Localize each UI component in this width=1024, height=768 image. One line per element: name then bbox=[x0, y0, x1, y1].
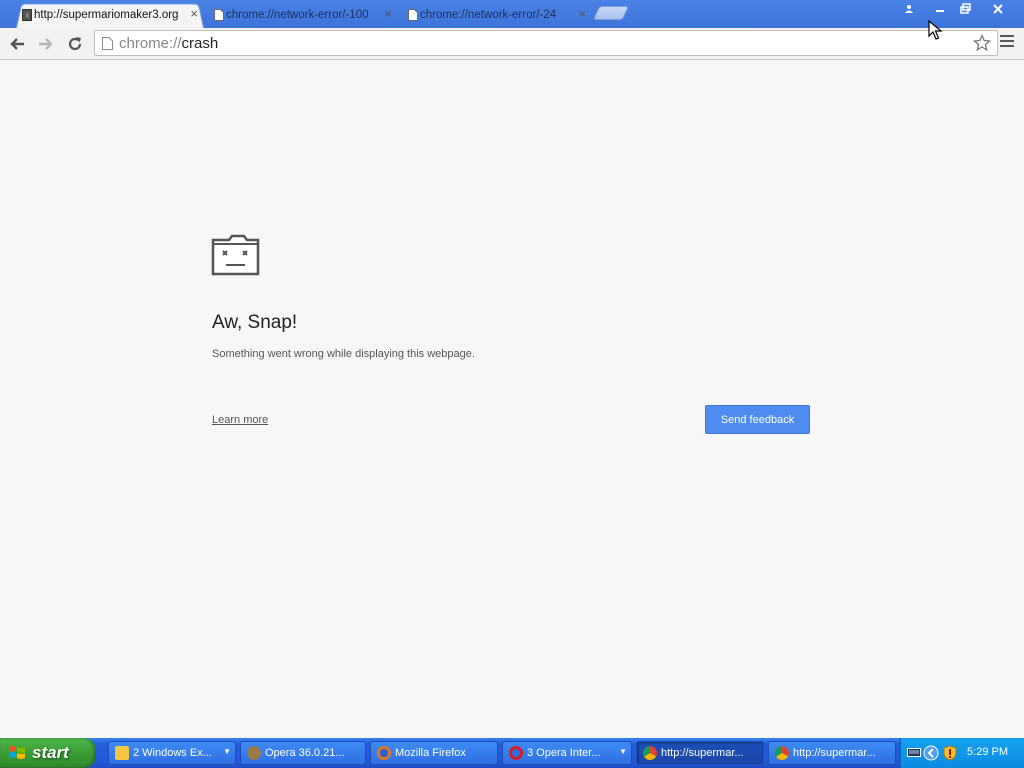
task-windows-explorer[interactable]: 2 Windows Ex... ▼ bbox=[108, 741, 236, 765]
reload-button[interactable] bbox=[64, 33, 86, 55]
windows-logo-icon bbox=[9, 746, 25, 759]
task-label: Opera 36.0.21... bbox=[265, 747, 345, 759]
url-scheme: chrome:// bbox=[119, 35, 182, 52]
system-tray: 5:29 PM bbox=[900, 738, 1024, 768]
keyboard-icon[interactable] bbox=[907, 746, 921, 758]
firefox-icon bbox=[377, 746, 391, 760]
forward-button[interactable] bbox=[35, 33, 57, 55]
sad-page-icon: :( bbox=[22, 9, 32, 21]
tab-supermariomaker[interactable]: :( http://supermariomaker3.org × bbox=[16, 2, 204, 28]
task-label: http://supermar... bbox=[793, 747, 876, 759]
back-button[interactable] bbox=[6, 33, 28, 55]
tab-close-icon[interactable]: × bbox=[190, 7, 198, 21]
opera-icon bbox=[509, 746, 523, 760]
toolbar: chrome://crash bbox=[0, 28, 1024, 60]
bookmark-star-icon[interactable] bbox=[973, 34, 991, 52]
url-path: crash bbox=[181, 35, 219, 52]
new-tab-button[interactable] bbox=[592, 6, 630, 20]
chevron-down-icon: ▼ bbox=[619, 747, 627, 756]
task-label: http://supermar... bbox=[661, 747, 744, 759]
error-message: Something went wrong while displaying th… bbox=[212, 348, 475, 360]
tab-network-error-24[interactable]: chrome://network-error/-24 × bbox=[402, 2, 592, 28]
tab-title: chrome://network-error/-100 bbox=[226, 9, 369, 21]
tab-network-error-100[interactable]: chrome://network-error/-100 × bbox=[208, 2, 398, 28]
task-label: 2 Windows Ex... bbox=[133, 747, 212, 759]
page-icon bbox=[408, 9, 418, 21]
task-label: 3 Opera Inter... bbox=[527, 747, 601, 759]
tab-title: http://supermariomaker3.org bbox=[34, 9, 179, 21]
page-icon bbox=[102, 37, 113, 50]
svg-text::(: :( bbox=[25, 13, 29, 19]
collapse-tray-icon[interactable] bbox=[923, 745, 939, 761]
task-mozilla-firefox[interactable]: Mozilla Firefox bbox=[370, 741, 498, 765]
reload-icon bbox=[68, 37, 82, 51]
task-chrome-supermario-2[interactable]: http://supermar... bbox=[768, 741, 896, 765]
task-chrome-supermario-1[interactable]: http://supermar... bbox=[636, 741, 764, 765]
chrome-menu-icon[interactable] bbox=[1000, 35, 1014, 49]
url-text[interactable]: chrome://crash bbox=[119, 35, 218, 52]
send-feedback-button[interactable]: Send feedback bbox=[705, 405, 810, 434]
taskbar: start 2 Windows Ex... ▼ Opera 36.0.21...… bbox=[0, 738, 1024, 768]
task-label: Mozilla Firefox bbox=[395, 747, 466, 759]
tab-close-icon[interactable]: × bbox=[384, 7, 392, 21]
restore-icon[interactable] bbox=[953, 0, 977, 17]
title-bar: :( http://supermariomaker3.org × chrome:… bbox=[0, 0, 1024, 28]
minimize-icon[interactable] bbox=[928, 0, 952, 17]
app-icon bbox=[247, 746, 261, 760]
error-title: Aw, Snap! bbox=[212, 312, 298, 333]
clock: 5:29 PM bbox=[967, 746, 1008, 758]
start-button[interactable]: start bbox=[0, 738, 96, 768]
chevron-down-icon: ▼ bbox=[223, 747, 231, 756]
task-opera-internet[interactable]: 3 Opera Inter... ▼ bbox=[502, 741, 632, 765]
security-shield-icon[interactable] bbox=[943, 745, 957, 761]
chrome-icon bbox=[643, 746, 657, 760]
sad-tab-icon bbox=[211, 234, 260, 276]
address-bar[interactable]: chrome://crash bbox=[94, 30, 998, 56]
task-opera-36[interactable]: Opera 36.0.21... bbox=[240, 741, 366, 765]
learn-more-link[interactable]: Learn more bbox=[212, 414, 268, 426]
error-page: Aw, Snap! Something went wrong while dis… bbox=[0, 61, 1024, 735]
close-icon[interactable] bbox=[978, 0, 1018, 17]
folder-icon bbox=[115, 746, 129, 760]
chrome-icon bbox=[775, 746, 789, 760]
tab-title: chrome://network-error/-24 bbox=[420, 9, 557, 21]
tab-close-icon[interactable]: × bbox=[578, 7, 586, 21]
page-icon bbox=[214, 9, 224, 21]
forward-arrow-icon bbox=[39, 38, 53, 50]
back-arrow-icon bbox=[10, 38, 24, 50]
profile-icon[interactable] bbox=[898, 0, 920, 17]
start-label: start bbox=[32, 743, 69, 762]
mouse-cursor-icon bbox=[928, 20, 942, 40]
